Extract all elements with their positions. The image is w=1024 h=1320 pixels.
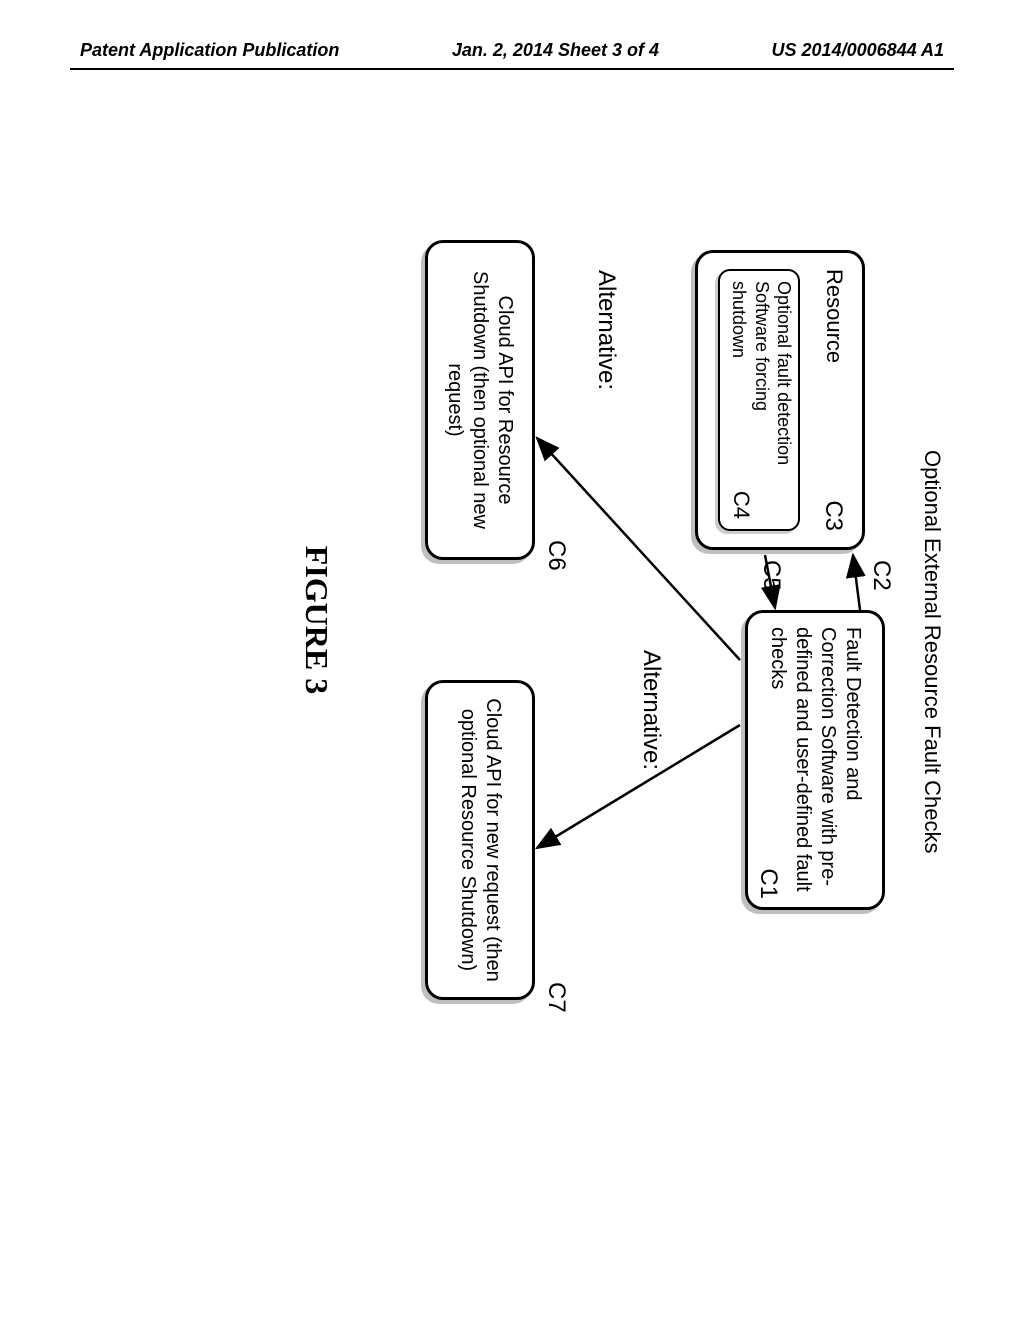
c6-box: Cloud API for Resource Shutdown (then op… bbox=[425, 240, 535, 560]
c6-text: Cloud API for Resource Shutdown (then op… bbox=[443, 257, 518, 543]
c3-title: Resource bbox=[818, 269, 848, 363]
c7-text: Cloud API for new request (then optional… bbox=[455, 697, 505, 983]
c4-box: Optional fault detection Software forcin… bbox=[718, 269, 800, 531]
c4-label: C4 bbox=[728, 491, 756, 519]
c6-label: C6 bbox=[542, 540, 570, 571]
c2-label: C2 bbox=[867, 560, 895, 591]
header-left: Patent Application Publication bbox=[80, 40, 339, 61]
diagram-title: Optional External Resource Fault Checks bbox=[919, 450, 945, 854]
diagram: Optional External Resource Fault Checks … bbox=[45, 210, 965, 1030]
diagram-container: Optional External Resource Fault Checks … bbox=[45, 210, 965, 1030]
c1-label: C1 bbox=[753, 868, 783, 899]
c4-text: Optional fault detection Software forcin… bbox=[728, 281, 796, 485]
patent-header: Patent Application Publication Jan. 2, 2… bbox=[0, 40, 1024, 61]
header-center: Jan. 2, 2014 Sheet 3 of 4 bbox=[452, 40, 659, 61]
figure-label: FIGURE 3 bbox=[298, 210, 335, 1030]
c3-label: C3 bbox=[818, 500, 848, 531]
c7-label: C7 bbox=[542, 982, 570, 1013]
c7-box: Cloud API for new request (then optional… bbox=[425, 680, 535, 1000]
c3-box: Resource C3 Optional fault detection Sof… bbox=[695, 250, 865, 550]
header-divider bbox=[70, 68, 954, 70]
c5-label: C5 bbox=[757, 560, 785, 591]
alt-label-1: Alternative: bbox=[592, 270, 620, 390]
header-right: US 2014/0006844 A1 bbox=[772, 40, 944, 61]
c1-text: Fault Detection and Correction Software … bbox=[765, 627, 865, 893]
alt-label-2: Alternative: bbox=[637, 650, 665, 770]
c1-box: Fault Detection and Correction Software … bbox=[745, 610, 885, 910]
